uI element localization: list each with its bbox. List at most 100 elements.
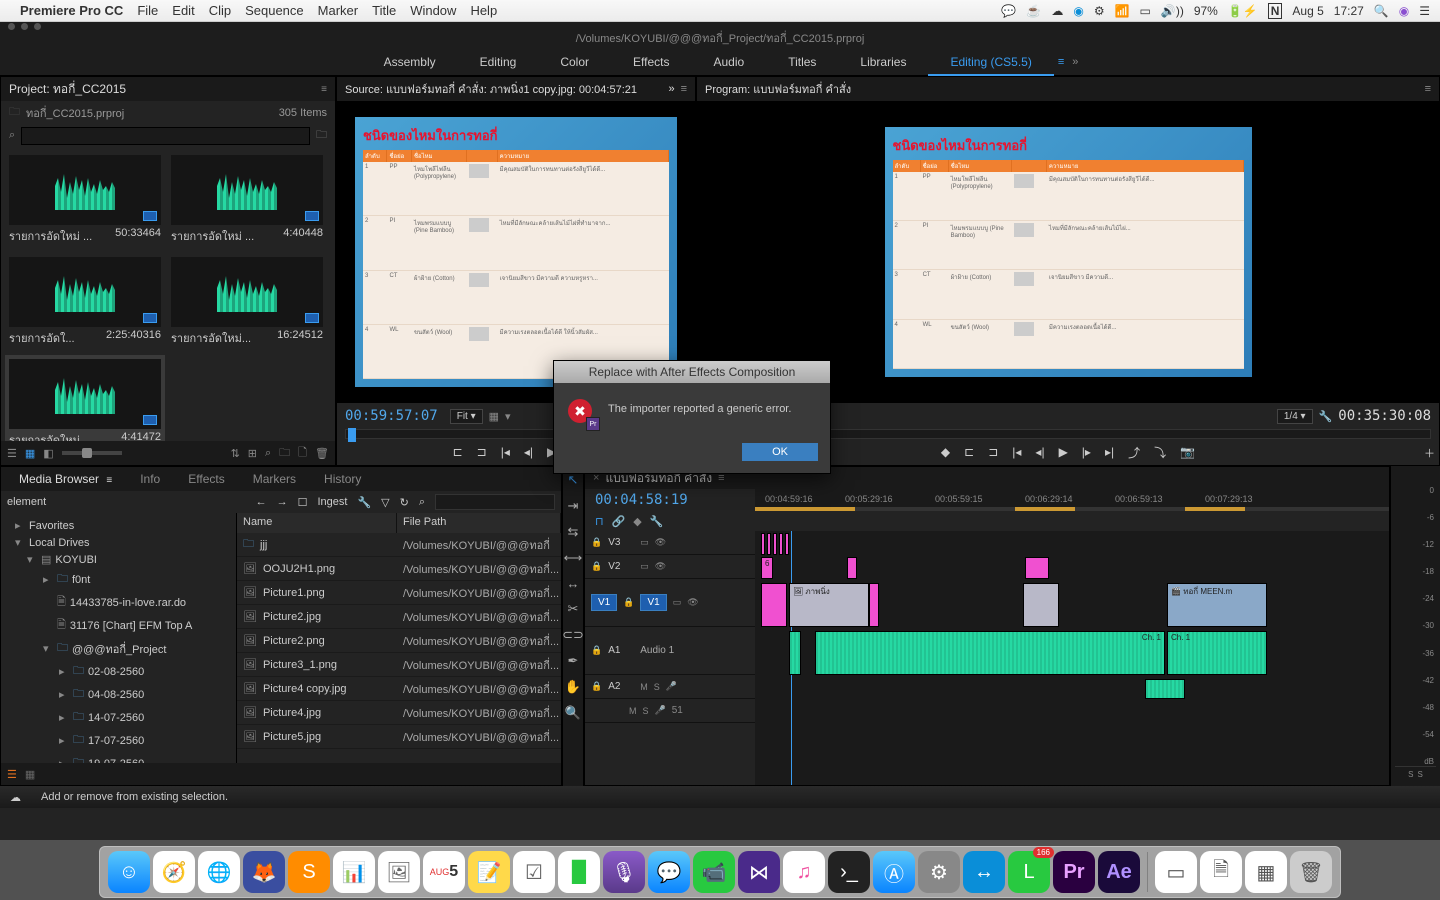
finder-icon[interactable]: ☺ bbox=[108, 851, 150, 893]
clip[interactable] bbox=[767, 533, 771, 555]
list-item[interactable]: 🖼Picture4.jpg/Volumes/KOYUBI/@@@ทอกี่... bbox=[237, 701, 561, 725]
zoom-select[interactable]: 1/4 ▾ bbox=[1277, 409, 1313, 424]
clip[interactable] bbox=[847, 557, 857, 579]
project-title[interactable]: Project: ทอกี่_CC2015 bbox=[9, 80, 321, 99]
v1-target[interactable]: V1 bbox=[640, 594, 666, 611]
list-item[interactable]: 🖼Picture4 copy.jpg/Volumes/KOYUBI/@@@ทอก… bbox=[237, 677, 561, 701]
wrench-icon[interactable]: 🔧 bbox=[357, 496, 371, 509]
dashboard-icon[interactable]: 📊 bbox=[333, 851, 375, 893]
mark-in-icon[interactable]: ⊏ bbox=[453, 445, 463, 459]
marker-icon[interactable]: ◆ bbox=[633, 515, 641, 528]
sort-icon[interactable]: ⇅ bbox=[231, 447, 240, 460]
mark-out-icon[interactable]: ⊐ bbox=[477, 445, 487, 459]
numbers-icon[interactable]: █ bbox=[558, 851, 600, 893]
fit-select[interactable]: Fit ▾ bbox=[450, 409, 483, 424]
appstore-icon[interactable]: Ⓐ bbox=[873, 851, 915, 893]
swatches-icon[interactable]: ▦ bbox=[1245, 851, 1287, 893]
rolling-tool-icon[interactable]: ⟷ bbox=[564, 550, 583, 566]
col-path[interactable]: File Path bbox=[397, 513, 561, 533]
tab-markers[interactable]: Markers bbox=[239, 472, 310, 486]
menu-clip[interactable]: Clip bbox=[209, 3, 231, 18]
sublime-icon[interactable]: S bbox=[288, 851, 330, 893]
menu-help[interactable]: Help bbox=[470, 3, 497, 18]
menu-file[interactable]: File bbox=[137, 3, 158, 18]
panel-menu-icon[interactable]: ≡ bbox=[681, 83, 687, 95]
menu-edit[interactable]: Edit bbox=[172, 3, 194, 18]
razor-tool-icon[interactable]: ✂ bbox=[568, 601, 579, 617]
new-item-icon[interactable]: 🗋 bbox=[298, 444, 307, 463]
lift-icon[interactable]: ⤴ bbox=[1128, 444, 1140, 461]
solo-right[interactable]: S bbox=[1418, 770, 1423, 779]
list-item[interactable]: 🖼Picture5.jpg/Volumes/KOYUBI/@@@ทอกี่... bbox=[237, 725, 561, 749]
list-view-icon[interactable]: ☰ bbox=[7, 768, 17, 781]
eye-icon[interactable]: 👁 bbox=[655, 537, 666, 548]
play-icon[interactable]: ▶ bbox=[1059, 445, 1068, 459]
bluetooth-icon[interactable]: ⚙ bbox=[1094, 4, 1105, 18]
teamviewer-icon[interactable]: ◉ bbox=[1073, 4, 1083, 18]
timeline-timecode[interactable]: 00:04:58:19 bbox=[585, 492, 688, 508]
ws-libraries[interactable]: Libraries bbox=[838, 48, 928, 76]
ws-audio[interactable]: Audio bbox=[691, 48, 766, 76]
premiere-icon[interactable]: Pr bbox=[1053, 851, 1095, 893]
thumbnail-view-icon[interactable]: ▦ bbox=[25, 768, 35, 781]
lock-icon[interactable]: 🔒 bbox=[623, 597, 634, 608]
coffee-icon[interactable]: ☕ bbox=[1026, 4, 1041, 18]
selection-tool-icon[interactable]: ↖ bbox=[568, 472, 579, 488]
tree-node[interactable]: 14433785-in-love.rar.do bbox=[70, 597, 186, 609]
ingest-checkbox[interactable]: ☐ bbox=[298, 496, 308, 509]
battery-icon[interactable]: 🔋⚡ bbox=[1228, 4, 1258, 18]
tab-info[interactable]: Info bbox=[126, 472, 174, 486]
notes-icon[interactable]: 📝 bbox=[468, 851, 510, 893]
overflow-icon[interactable]: » bbox=[668, 83, 674, 95]
lock-icon[interactable]: 🔒 bbox=[591, 561, 602, 572]
clip[interactable]: 🖼 ภาพนิ่ง bbox=[789, 583, 869, 627]
find-icon[interactable]: ⌕ bbox=[265, 447, 271, 460]
goto-in-icon[interactable]: |◂ bbox=[1012, 445, 1021, 459]
siri-icon[interactable]: ◉ bbox=[1399, 4, 1409, 18]
ok-button[interactable]: OK bbox=[742, 443, 818, 461]
eye-icon[interactable]: 👁 bbox=[655, 561, 666, 572]
step-back-icon[interactable]: ◂| bbox=[524, 445, 533, 459]
pen-tool-icon[interactable]: ✒ bbox=[568, 653, 579, 669]
reminders-icon[interactable]: ☑ bbox=[513, 851, 555, 893]
creative-cloud-icon[interactable]: ☁ bbox=[10, 791, 21, 804]
clip[interactable] bbox=[869, 583, 879, 627]
podcasts-icon[interactable]: 🎙 bbox=[603, 851, 645, 893]
mb-search-input[interactable] bbox=[435, 494, 555, 510]
ripple-tool-icon[interactable]: ⇆ bbox=[568, 524, 579, 540]
source-title[interactable]: Source: แบบฟอร์มทอกี่ คำสั่ง: ภาพนิ่ง1 c… bbox=[345, 80, 662, 98]
teamviewer-icon[interactable]: ↔ bbox=[963, 851, 1005, 893]
rate-tool-icon[interactable]: ↔ bbox=[567, 576, 580, 591]
window-icon[interactable]: ▭ bbox=[1155, 851, 1197, 893]
v1-source[interactable]: V1 bbox=[591, 594, 617, 611]
timeline-ruler[interactable]: 00:04:59:16 00:05:29:16 00:05:59:15 00:0… bbox=[755, 489, 1389, 509]
panel-menu-icon[interactable]: ≡ bbox=[1425, 83, 1431, 95]
list-item[interactable]: 🗀jjj/Volumes/KOYUBI/@@@ทอกี่ bbox=[237, 533, 561, 557]
ws-editing[interactable]: Editing bbox=[458, 48, 539, 76]
program-title[interactable]: Program: แบบฟอร์มทอกี่ คำสั่ง bbox=[705, 80, 1419, 98]
trash-icon[interactable]: 🗑 bbox=[1290, 851, 1332, 893]
messages-icon[interactable]: 💬 bbox=[648, 851, 690, 893]
favorites-node[interactable]: Favorites bbox=[29, 520, 74, 532]
date[interactable]: Aug 5 bbox=[1292, 4, 1323, 18]
ws-effects[interactable]: Effects bbox=[611, 48, 691, 76]
cloud-icon[interactable]: ☁ bbox=[1051, 4, 1063, 18]
tree-node[interactable]: 14-07-2560 bbox=[88, 712, 144, 724]
workspace-menu-icon[interactable]: ≡ bbox=[1058, 56, 1064, 68]
step-back-icon[interactable]: ◂| bbox=[1035, 445, 1044, 459]
systemprefs-icon[interactable]: ⚙ bbox=[918, 851, 960, 893]
settings-icon[interactable]: 🔧 bbox=[650, 515, 664, 528]
ws-editing-cs55[interactable]: Editing (CS5.5) bbox=[928, 48, 1053, 76]
grid-icon[interactable]: ▦ bbox=[489, 410, 499, 423]
ws-color[interactable]: Color bbox=[538, 48, 611, 76]
add-marker-icon[interactable]: ◆ bbox=[941, 445, 950, 459]
preview-icon[interactable]: 🖼 bbox=[378, 851, 420, 893]
icon-view-icon[interactable]: ▦ bbox=[25, 447, 35, 460]
vscode-icon[interactable]: ⋈ bbox=[738, 851, 780, 893]
tree-node[interactable]: 17-07-2560 bbox=[88, 735, 144, 747]
project-search-input[interactable] bbox=[21, 127, 310, 145]
clip[interactable] bbox=[1023, 583, 1059, 627]
volume-icon[interactable]: 🔊)) bbox=[1161, 4, 1184, 18]
notification-center-icon[interactable]: ☰ bbox=[1419, 4, 1430, 18]
menu-title[interactable]: Title bbox=[372, 3, 396, 18]
